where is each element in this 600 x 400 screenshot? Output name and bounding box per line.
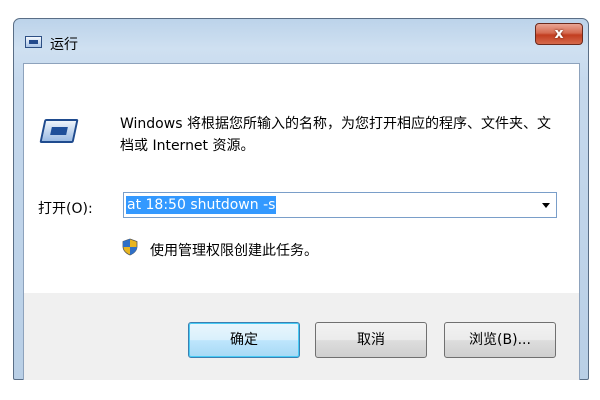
close-button[interactable]: x — [535, 23, 583, 45]
ok-button[interactable]: 确定 — [188, 322, 300, 358]
cancel-button[interactable]: 取消 — [315, 322, 427, 358]
uac-shield-icon — [122, 238, 138, 256]
dialog-content-area: Windows 将根据您所输入的名称，为您打开相应的程序、文件夹、文档或 Int… — [24, 64, 579, 293]
chevron-down-icon[interactable] — [542, 203, 550, 208]
admin-privilege-note: 使用管理权限创建此任务。 — [150, 243, 318, 259]
browse-button[interactable]: 浏览(B)... — [444, 322, 556, 358]
dialog-body: Windows 将根据您所输入的名称，为您打开相应的程序、文件夹、文档或 Int… — [23, 63, 580, 380]
run-icon — [25, 36, 42, 48]
command-input-value[interactable]: at 18:50 shutdown -s — [126, 196, 277, 214]
run-program-icon — [39, 119, 79, 143]
open-label: 打开(O): — [38, 201, 93, 217]
window-title: 运行 — [50, 37, 78, 53]
command-input[interactable]: at 18:50 shutdown -s — [123, 192, 557, 218]
dialog-description: Windows 将根据您所输入的名称，为您打开相应的程序、文件夹、文档或 Int… — [120, 116, 551, 154]
title-bar[interactable]: 运行 x — [14, 19, 588, 63]
run-dialog-window: 运行 x Windows 将根据您所输入的名称，为您打开相应的程序、文件夹、文档… — [13, 18, 589, 380]
